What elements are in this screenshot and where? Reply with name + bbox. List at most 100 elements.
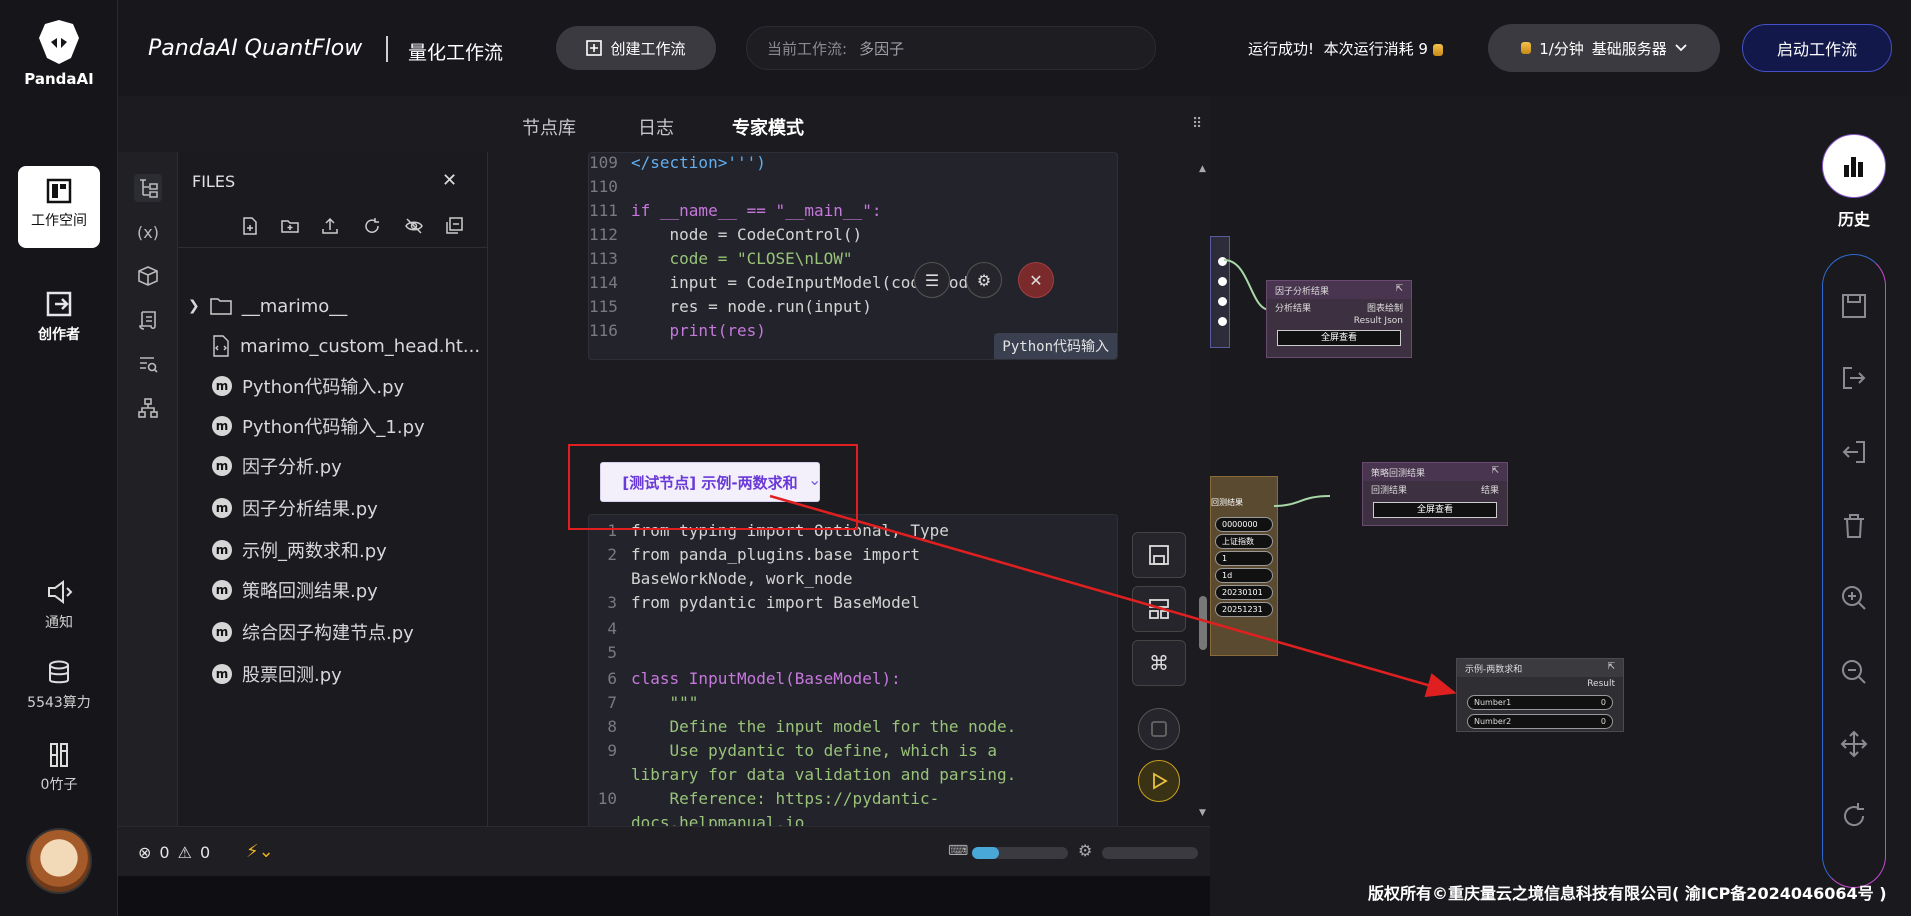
canvas-toolbar	[1822, 254, 1886, 888]
file-item[interactable]: m Python代码输入_1.py	[212, 412, 425, 440]
chevron-down-icon	[1675, 44, 1687, 52]
new-file-icon[interactable]	[240, 216, 260, 236]
code-line: 2 from panda_plugins.base import	[607, 545, 920, 564]
rail-creator[interactable]: 创作者	[18, 290, 100, 344]
code-line: 10 Reference: https://pydantic-	[597, 789, 940, 808]
file-item[interactable]: marimo_custom_head.ht...	[212, 332, 480, 360]
flow-canvas[interactable]: 回测结果 0000000 上证指数 1 1d 20230101 20251231…	[1210, 96, 1911, 916]
files-title: FILES	[192, 172, 236, 191]
drag-handle-icon[interactable]: ⠿	[1192, 116, 1202, 132]
current-workflow-field[interactable]: 当前工作流: 多因子	[746, 26, 1156, 70]
code-line: BaseWorkNode, work_node	[631, 569, 853, 588]
file-item[interactable]: m 因子分析结果.py	[212, 494, 378, 522]
file-item[interactable]: m 策略回测结果.py	[212, 576, 378, 604]
port-out-label: 图表绘制	[1366, 304, 1403, 314]
code-editor-top[interactable]: 109 </section>''') 110 111 if __name__ == …	[588, 152, 1118, 360]
save-icon[interactable]	[1838, 290, 1870, 322]
number1-stepper[interactable]: Number1 0	[1467, 695, 1613, 710]
rail-bamboo[interactable]: 0竹子	[18, 742, 100, 794]
stop-button[interactable]	[1138, 708, 1180, 750]
tab-expert-mode[interactable]: 专家模式	[732, 114, 804, 140]
run-button[interactable]	[1138, 760, 1180, 802]
command-button[interactable]: ⌘	[1132, 640, 1186, 686]
expand-icon[interactable]: ⇱	[1491, 466, 1499, 478]
speaker-icon	[48, 580, 73, 604]
close-icon[interactable]: ✕	[442, 170, 457, 191]
status-bar: ⊗ 0 ⚠ 0 ⚡⌄ ⌨ ⚙	[118, 826, 1210, 876]
trash-icon[interactable]	[1838, 510, 1870, 542]
zoom-in-icon[interactable]	[1838, 582, 1870, 614]
history-button[interactable]	[1822, 134, 1886, 198]
file-item[interactable]: m 股票回测.py	[212, 660, 342, 688]
upload-icon[interactable]	[320, 216, 340, 236]
refresh-icon[interactable]	[362, 216, 382, 236]
code-editor-bottom[interactable]: 1 from typing import Optional, Type 2 from…	[588, 514, 1118, 834]
expand-icon[interactable]: ⇱	[1395, 284, 1403, 296]
file-item-folder[interactable]: ❯ __marimo__	[188, 292, 347, 320]
export-icon[interactable]	[1838, 362, 1870, 394]
file-item[interactable]: m 因子分析.py	[212, 452, 342, 480]
number2-stepper[interactable]: Number2 0	[1467, 714, 1613, 729]
variables-icon[interactable]: (x)	[134, 218, 162, 246]
file-name: marimo_custom_head.ht...	[240, 335, 481, 357]
rail-notify[interactable]: 通知	[18, 578, 100, 632]
code-file-icon	[213, 335, 229, 357]
port-out-label: 结果	[1480, 486, 1499, 496]
tab-log[interactable]: 日志	[638, 114, 674, 140]
collapse-all-icon[interactable]	[444, 216, 464, 236]
code-line: 7 """	[607, 693, 699, 712]
fullscreen-button[interactable]: 全屏查看	[1373, 502, 1497, 518]
service-selector[interactable]: 1/分钟 基础服务器	[1488, 24, 1720, 72]
avatar[interactable]	[26, 828, 92, 894]
rail-compute[interactable]: 5543算力	[18, 660, 100, 712]
play-icon	[1153, 772, 1168, 790]
layout-button[interactable]	[1132, 586, 1186, 632]
close-editor-button[interactable]: ✕	[1018, 262, 1054, 298]
server-text: 基础服务器	[1591, 39, 1667, 58]
workspace-icon	[46, 178, 72, 204]
scroll-up-icon[interactable]: ▲	[1199, 164, 1206, 174]
diagnostics[interactable]: ⊗ 0 ⚠ 0	[138, 843, 210, 862]
panda-logo-icon	[39, 20, 79, 64]
copyright-text: 版权所有©重庆量云之境信息科技有限公司( 渝ICP备2024046064号 )	[1368, 884, 1887, 903]
marimo-icon: m	[212, 622, 232, 642]
editor-scrollbar[interactable]: ▲ ▼	[1196, 156, 1210, 818]
new-folder-icon[interactable]	[280, 216, 300, 236]
tab-node-library[interactable]: 节点库	[522, 114, 576, 140]
lightning-icon[interactable]: ⚡⌄	[246, 841, 274, 862]
expand-icon[interactable]: ⇱	[1607, 662, 1615, 674]
node-factor-result[interactable]: 因子分析结果 ⇱ 分析结果 图表绘制 Result Json 全屏查看	[1266, 280, 1412, 358]
start-workflow-button[interactable]: 启动工作流	[1742, 24, 1892, 72]
file-toolbar	[178, 202, 488, 248]
zoom-out-icon[interactable]	[1838, 656, 1870, 688]
rail-creator-label: 创作者	[38, 327, 80, 343]
layout-icon	[1149, 599, 1169, 619]
import-icon[interactable]	[1838, 436, 1870, 468]
create-workflow-button[interactable]: 创建工作流	[556, 26, 716, 70]
gear-icon[interactable]: ⚙	[966, 262, 1002, 298]
number1-label: Number1	[1474, 698, 1512, 707]
node-backtest-result[interactable]: 策略回测结果 ⇱ 回测结果 结果 全屏查看	[1362, 462, 1508, 526]
eye-off-icon[interactable]	[404, 216, 424, 236]
code-line: 3 from pydantic import BaseModel	[607, 593, 920, 612]
save-button[interactable]	[1132, 532, 1186, 578]
search-list-icon[interactable]	[134, 350, 162, 378]
hierarchy-icon[interactable]	[134, 394, 162, 422]
move-icon[interactable]	[1838, 728, 1870, 760]
exit-box-icon	[46, 291, 72, 317]
refresh-icon[interactable]	[1838, 800, 1870, 832]
scroll-thumb[interactable]	[1199, 596, 1207, 650]
scroll-icon[interactable]	[134, 306, 162, 334]
fullscreen-button[interactable]: 全屏查看	[1277, 330, 1401, 346]
file-item[interactable]: m 示例_两数求和.py	[212, 536, 387, 564]
file-item[interactable]: m 综合因子构建节点.py	[212, 618, 414, 646]
file-tree-icon[interactable]	[134, 174, 162, 202]
file-item[interactable]: m Python代码输入.py	[212, 372, 404, 400]
menu-icon[interactable]: ☰	[914, 262, 950, 298]
package-icon[interactable]	[134, 262, 162, 290]
scroll-down-icon[interactable]: ▼	[1199, 808, 1206, 818]
rail-workspace[interactable]: 工作空间	[18, 166, 100, 248]
code-line: 6 class InputModel(BaseModel):	[607, 669, 901, 688]
editor-iconbar: (x)	[118, 152, 178, 828]
node-sum-example[interactable]: 示例-两数求和 ⇱ Result Number1 0 Number2 0	[1456, 658, 1624, 732]
